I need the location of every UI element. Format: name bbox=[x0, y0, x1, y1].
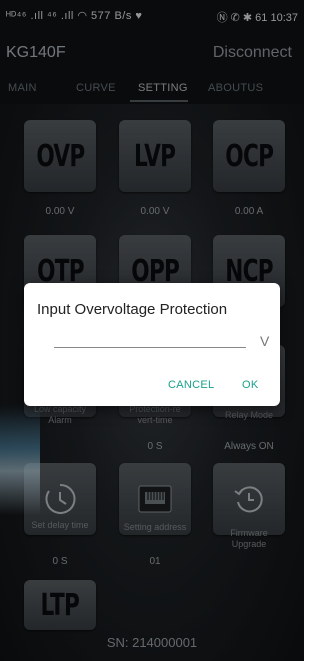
app-screen: ᴴᴰ⁴⁶ .ıll ⁴⁶ .ıll ◠ 577 B/s ♥ Ⓝ ✆ ✱ 61 1… bbox=[0, 0, 304, 661]
overvoltage-dialog: Input Overvoltage Protection V CANCEL OK bbox=[24, 283, 280, 406]
dialog-title: Input Overvoltage Protection bbox=[37, 301, 228, 318]
unit-label: V bbox=[260, 333, 270, 349]
voltage-input[interactable] bbox=[54, 347, 246, 348]
cancel-button[interactable]: CANCEL bbox=[168, 379, 214, 391]
ok-button[interactable]: OK bbox=[242, 379, 259, 391]
